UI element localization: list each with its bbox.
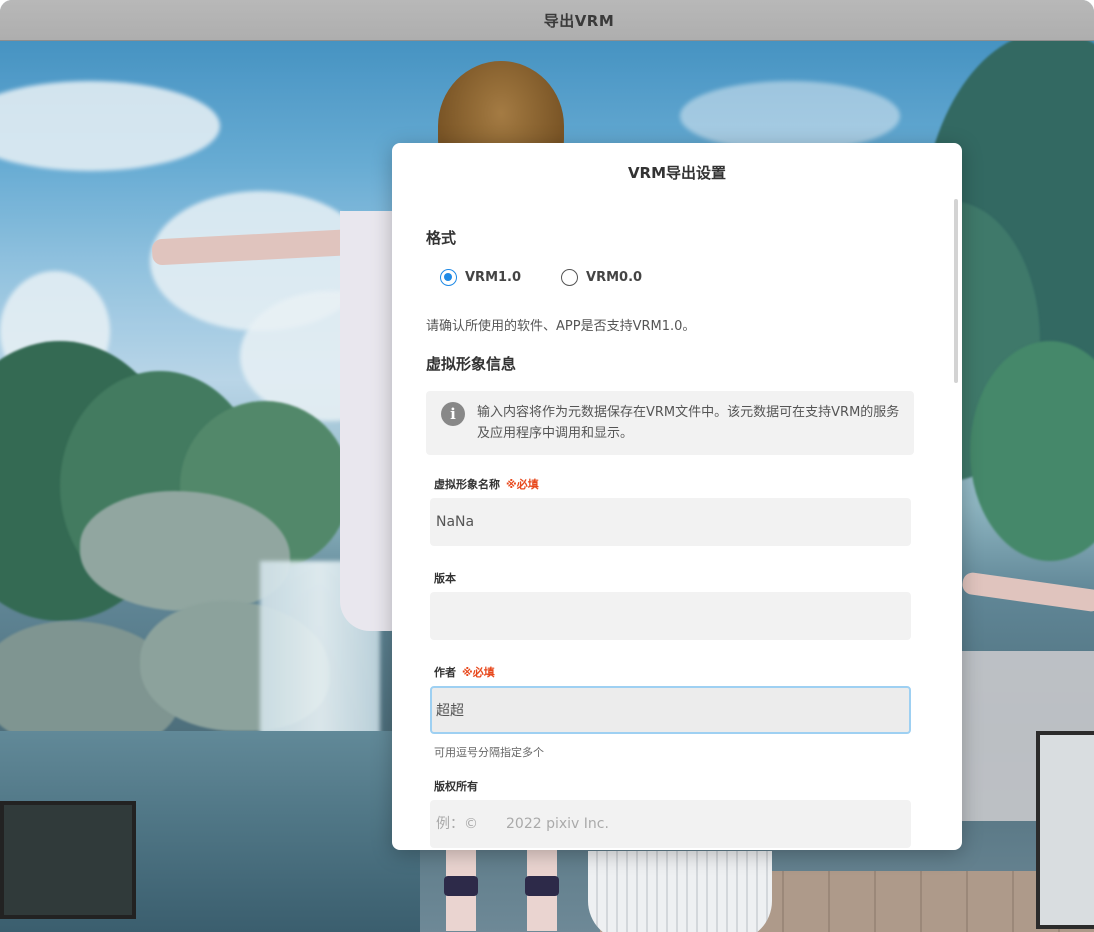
format-heading: 格式 [426,229,457,247]
radio-vrm1[interactable]: VRM1.0 [440,269,521,286]
required-mark: ※必填 [506,478,539,491]
window-title: 导出VRM [543,11,615,30]
dialog-header: VRM导出设置 [392,143,962,201]
copyright-input[interactable] [430,800,911,848]
avatar-name-label-text: 虚拟形象名称 [434,478,500,491]
version-label-text: 版本 [434,572,456,585]
author-label-text: 作者 [434,666,456,679]
app-window: 导出VRM VRM导出设置 格式 VRM1.0 VRM0.0 请确认所使用的软件… [0,0,1094,932]
radio-vrm1-label: VRM1.0 [465,270,522,285]
copyright-label: 版权所有 [434,778,478,794]
author-input[interactable] [430,686,911,734]
version-label: 版本 [434,570,456,586]
dialog-title: VRM导出设置 [627,163,727,182]
info-icon: i [441,402,465,426]
info-callout-text: 输入内容将作为元数据保存在VRM文件中。该元数据可在支持VRM的服务及应用程序中… [477,405,900,441]
copyright-label-text: 版权所有 [434,780,478,793]
author-hint: 可用逗号分隔指定多个 [434,746,544,759]
format-radio-group: VRM1.0 VRM0.0 [440,269,642,286]
radio-vrm0[interactable]: VRM0.0 [561,269,642,286]
avatar-name-label: 虚拟形象名称 ※必填 [434,476,539,492]
dialog-body: 格式 VRM1.0 VRM0.0 请确认所使用的软件、APP是否支持VRM1.0… [392,201,962,850]
radio-vrm0-label: VRM0.0 [586,270,643,285]
avatar-name-input[interactable] [430,498,911,546]
version-input[interactable] [430,592,911,640]
window-titlebar[interactable]: 导出VRM [0,0,1094,41]
radio-checked-icon[interactable] [440,269,457,286]
radio-unchecked-icon[interactable] [561,269,579,286]
avatar-info-heading: 虚拟形象信息 [426,355,517,373]
required-mark: ※必填 [462,666,495,679]
format-compat-note: 请确认所使用的软件、APP是否支持VRM1.0。 [426,319,696,334]
author-label: 作者 ※必填 [434,664,495,680]
info-callout: i 输入内容将作为元数据保存在VRM文件中。该元数据可在支持VRM的服务及应用程… [426,391,914,455]
vrm-export-settings-dialog: VRM导出设置 格式 VRM1.0 VRM0.0 请确认所使用的软件、APP是否… [392,143,962,850]
